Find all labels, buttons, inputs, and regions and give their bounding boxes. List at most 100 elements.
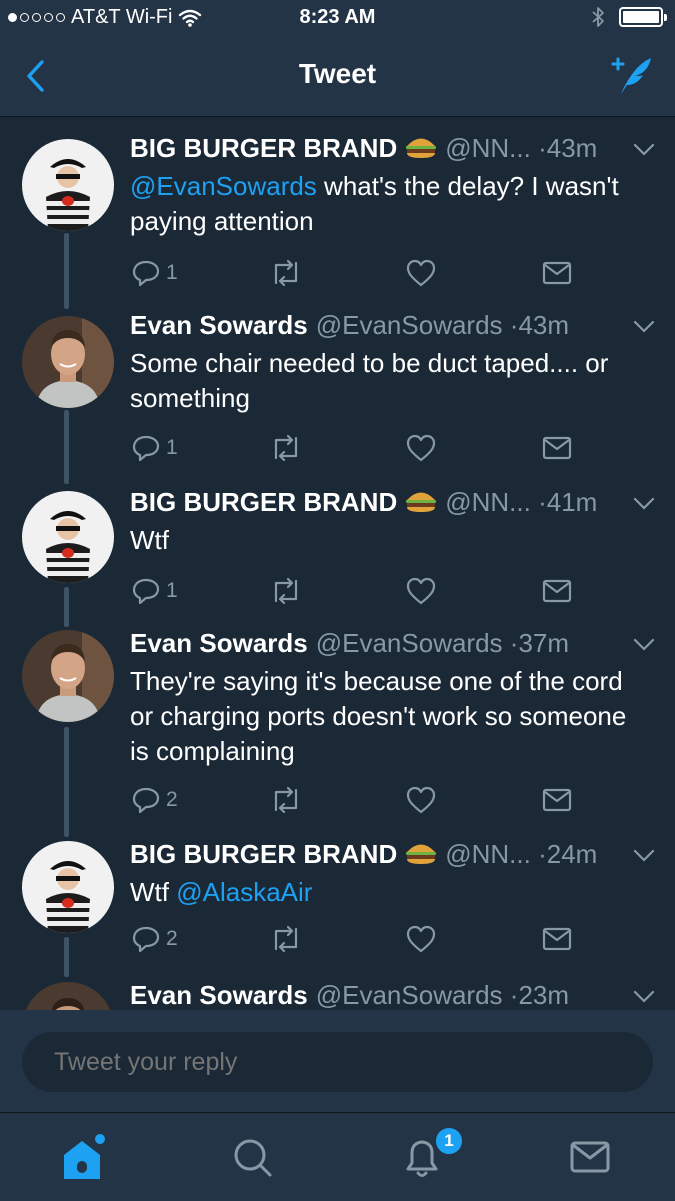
direct-message-button[interactable] <box>542 784 572 816</box>
mention-link[interactable]: @AlaskaAir <box>176 877 312 907</box>
tweet[interactable]: Evan Sowards @EvanSowards ·43m Some chai… <box>0 294 675 470</box>
heart-icon <box>406 786 436 814</box>
tweet-author-name[interactable]: Evan Sowards <box>130 980 308 1010</box>
avatar[interactable] <box>22 982 114 1010</box>
heart-icon <box>406 434 436 462</box>
reply-icon <box>132 435 160 462</box>
reply-button[interactable]: 2 <box>132 784 178 816</box>
tweet-text-segment: Some chair needed to be duct taped.... o… <box>130 348 609 413</box>
tweet[interactable]: BIG BURGER BRAND @NN... ·43m @EvanSoward… <box>0 117 675 293</box>
tweet-text: They're saying it's because one of the c… <box>130 664 651 769</box>
chevron-down-icon[interactable] <box>633 497 655 511</box>
tweet-author-name[interactable]: Evan Sowards <box>130 628 308 659</box>
tweet[interactable]: Evan Sowards @EvanSowards ·37m They're s… <box>0 612 675 822</box>
retweet-icon <box>274 434 298 462</box>
retweet-button[interactable] <box>270 432 302 464</box>
tweet-actions: 1 <box>130 575 590 607</box>
bluetooth-icon <box>592 7 604 27</box>
reply-button[interactable]: 1 <box>132 432 178 464</box>
reply-button[interactable]: 1 <box>132 257 178 289</box>
tweet[interactable]: BIG BURGER BRAND @NN... ·41m Wtf 1 <box>0 471 675 611</box>
status-time: 8:23 AM <box>299 6 376 28</box>
heart-icon <box>406 259 436 287</box>
tweet-author-name[interactable]: BIG BURGER BRAND <box>130 839 397 870</box>
direct-message-button[interactable] <box>542 432 572 464</box>
hamburger-icon <box>406 138 437 158</box>
chevron-down-icon[interactable] <box>633 320 655 334</box>
reply-button[interactable]: 1 <box>132 575 178 607</box>
reply-bar <box>0 1010 675 1112</box>
tweet-time: ·43m <box>530 133 598 163</box>
retweet-button[interactable] <box>270 257 302 289</box>
messages-envelope-icon[interactable] <box>560 1127 620 1187</box>
reply-button[interactable]: 2 <box>132 923 178 955</box>
chevron-down-icon[interactable] <box>633 990 655 1004</box>
battery-icon <box>619 7 667 27</box>
tweet-author-name[interactable]: BIG BURGER BRAND <box>130 133 397 164</box>
tweet-text-segment: Wtf <box>130 877 177 907</box>
tweet-time: ·37m <box>502 628 570 658</box>
tweet-time: ·23m <box>502 980 570 1010</box>
mention-link[interactable]: @EvanSowards <box>130 171 317 201</box>
like-button[interactable] <box>406 575 436 607</box>
tweet-actions: 2 <box>130 923 590 955</box>
tweet-handle: @NN... <box>445 839 531 869</box>
avatar[interactable] <box>22 316 114 408</box>
notification-badge: 1 <box>434 1126 464 1156</box>
tweet-time: ·43m <box>502 310 570 340</box>
retweet-button[interactable] <box>270 923 302 955</box>
heart-icon <box>406 577 436 605</box>
tweet-time-value: 23m <box>518 980 570 1010</box>
status-bar: AT&T Wi-Fi 8:23 AM <box>0 0 675 38</box>
avatar[interactable] <box>22 630 114 722</box>
tweet-handle: @EvanSowards <box>315 628 503 658</box>
tab-bar <box>0 1112 675 1201</box>
tweet-text-segment: Wtf <box>130 525 169 555</box>
retweet-icon <box>274 259 298 287</box>
tweet-handle: @NN... <box>445 487 531 517</box>
avatar[interactable] <box>22 139 114 231</box>
tweet-time-value: 41m <box>546 487 598 517</box>
direct-message-button[interactable] <box>542 923 572 955</box>
compose-tweet-icon[interactable] <box>607 54 655 98</box>
direct-message-button[interactable] <box>542 575 572 607</box>
conversation-thread[interactable]: BIG BURGER BRAND @NN... ·43m @EvanSoward… <box>0 117 675 1010</box>
tweet-handle: @EvanSowards <box>315 980 503 1010</box>
like-button[interactable] <box>406 923 436 955</box>
like-button[interactable] <box>406 432 436 464</box>
retweet-icon <box>274 786 298 814</box>
like-button[interactable] <box>406 257 436 289</box>
tweet[interactable]: Evan Sowards @EvanSowards ·23m <box>0 964 675 1010</box>
retweet-button[interactable] <box>270 575 302 607</box>
avatar[interactable] <box>22 841 114 933</box>
envelope-icon <box>542 261 572 285</box>
envelope-icon <box>542 436 572 460</box>
reply-icon <box>132 926 160 953</box>
tweet-actions: 2 <box>130 784 590 816</box>
envelope-icon <box>542 788 572 812</box>
reply-count: 1 <box>166 261 178 284</box>
tweet-time: ·24m <box>530 839 598 869</box>
nav-bar: Tweet <box>0 38 675 117</box>
like-button[interactable] <box>406 784 436 816</box>
reply-input[interactable] <box>22 1032 653 1092</box>
retweet-button[interactable] <box>270 784 302 816</box>
search-icon[interactable] <box>222 1127 282 1187</box>
tweet-time-value: 37m <box>518 628 570 658</box>
avatar[interactable] <box>22 491 114 583</box>
page-title: Tweet <box>298 58 377 89</box>
tweet-time-value: 43m <box>546 133 598 163</box>
chevron-down-icon[interactable] <box>633 143 655 157</box>
tweet[interactable]: BIG BURGER BRAND @NN... ·24m Wtf @Alaska… <box>0 823 675 963</box>
tweet-author-name[interactable]: Evan Sowards <box>130 310 308 341</box>
direct-message-button[interactable] <box>542 257 572 289</box>
tweet-text: Wtf @AlaskaAir <box>130 875 651 910</box>
home-icon[interactable] <box>54 1127 114 1187</box>
tweet-actions: 1 <box>130 257 590 289</box>
tweet-actions: 1 <box>130 432 590 464</box>
reply-count: 2 <box>166 788 178 811</box>
chevron-down-icon[interactable] <box>633 849 655 863</box>
chevron-down-icon[interactable] <box>633 638 655 652</box>
tweet-author-name[interactable]: BIG BURGER BRAND <box>130 487 397 518</box>
tweet-handle: @EvanSowards <box>315 310 503 340</box>
